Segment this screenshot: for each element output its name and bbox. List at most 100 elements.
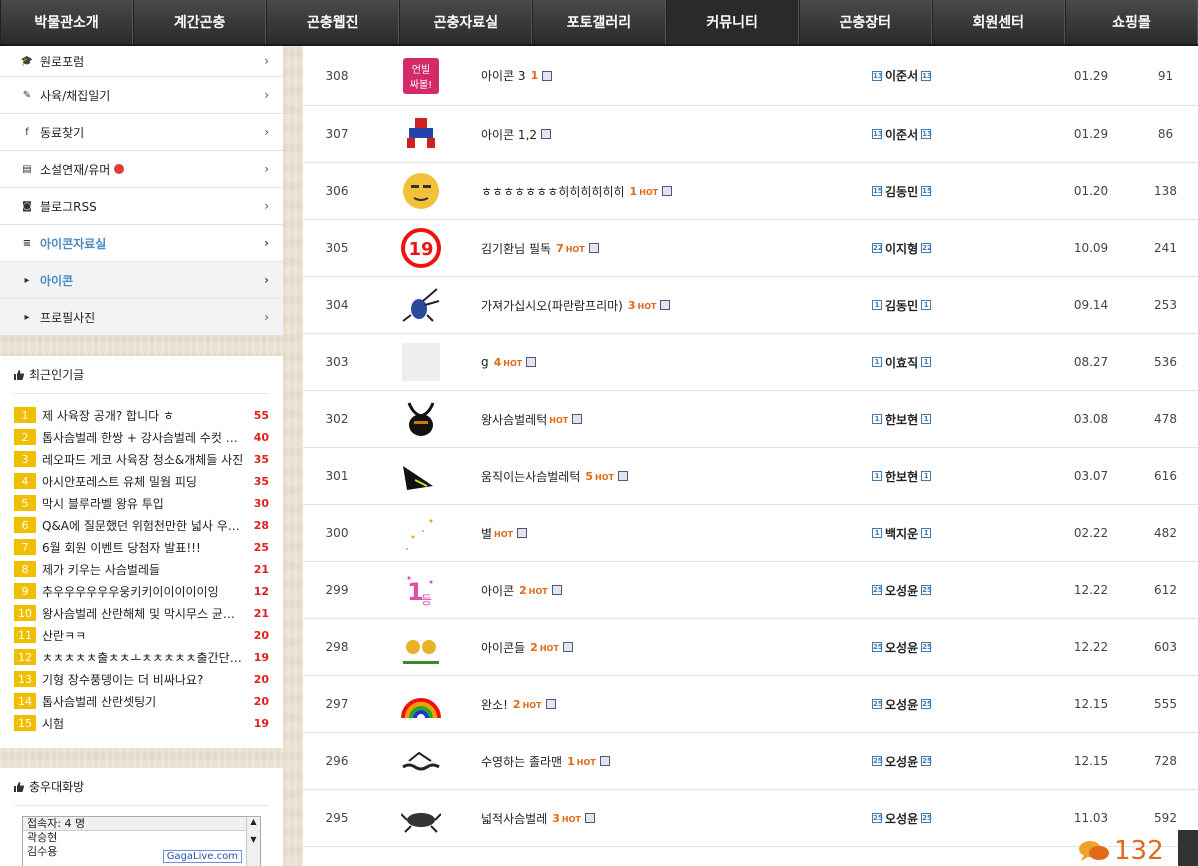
post-author[interactable]: 25 오성윤 25	[869, 696, 934, 713]
post-author[interactable]: 15 김동민 15	[869, 183, 934, 200]
popular-post-row[interactable]: 5 막시 블루라벨 왕유 투입 30	[14, 492, 269, 514]
author-name[interactable]: 김동민	[885, 297, 918, 314]
popular-post-title[interactable]: 6월 회원 이벤트 당첨자 발표!!!	[42, 539, 245, 556]
post-title[interactable]: 아이콘 3 1	[481, 67, 553, 84]
nav-item[interactable]: 커뮤니티	[665, 0, 799, 44]
sidebar-menu-item[interactable]: ▸ 아이콘 ›	[0, 262, 283, 299]
comment-counter[interactable]: 132	[1078, 836, 1164, 866]
age-19-icon[interactable]: 19	[401, 228, 441, 268]
author-name[interactable]: 이효직	[885, 354, 918, 371]
author-name[interactable]: 오성윤	[885, 696, 918, 713]
author-name[interactable]: 오성윤	[885, 810, 918, 827]
popular-post-title[interactable]: 막시 블루라벨 왕유 투입	[42, 495, 245, 512]
post-title[interactable]: 김기환님 필독 7 HOT	[481, 240, 599, 257]
popular-post-row[interactable]: 7 6월 회원 이벤트 당첨자 발표!!! 25	[14, 536, 269, 558]
sidebar-menu-item[interactable]: ▸ 프로필사진 ›	[0, 299, 283, 336]
popular-post-row[interactable]: 10 왕사슴벌레 산란해체 및 막시무스 균사… 21	[14, 602, 269, 624]
post-author[interactable]: 13 이준서 13	[869, 126, 934, 143]
popular-post-title[interactable]: Q&A에 질문했던 위험천만한 넓사 우…	[42, 517, 245, 534]
post-author[interactable]: 13 이준서 13	[869, 67, 934, 84]
post-title[interactable]: 아이콘 1,2	[481, 126, 552, 143]
popular-post-title[interactable]: 산란ㅋㅋ	[42, 627, 245, 644]
nav-item[interactable]: 곤충장터	[798, 0, 932, 44]
popular-post-row[interactable]: 15 시험 19	[14, 712, 269, 734]
post-author[interactable]: 25 오성윤 25	[869, 753, 934, 770]
sidebar-menu-item[interactable]: ✎ 사육/채집일기 ›	[0, 77, 283, 114]
stag-beetle-icon[interactable]	[401, 399, 441, 439]
post-title-text[interactable]: 왕사슴벌레턱	[481, 411, 547, 428]
popular-post-title[interactable]: 기형 장수풍뎅이는 더 비싸나요?	[42, 671, 245, 688]
popular-post-title[interactable]: ㅊㅊㅊㅊㅊ출ㅊㅊㅗㅊㅊㅊㅊㅊ출간단 산…	[42, 649, 245, 666]
pixel-man-icon[interactable]	[401, 114, 441, 154]
post-title[interactable]: 움직이는사슴벌레턱 5 HOT	[481, 468, 628, 485]
post-author[interactable]: 1 이효직 1	[869, 354, 934, 371]
author-name[interactable]: 한보현	[885, 411, 918, 428]
post-title[interactable]: 수영하는 졸라맨 1 HOT	[481, 753, 610, 770]
post-title-text[interactable]: ㅎㅎㅎㅎㅎㅎㅎ히히히히히히	[481, 183, 625, 200]
popular-post-row[interactable]: 12 ㅊㅊㅊㅊㅊ출ㅊㅊㅗㅊㅊㅊㅊㅊ출간단 산… 19	[14, 646, 269, 668]
nav-item[interactable]: 회원센터	[931, 0, 1065, 44]
popular-post-title[interactable]: 추우우우우우우웅키키이이이이이잉	[42, 583, 245, 600]
post-title-text[interactable]: 넓적사슴벌레	[481, 810, 547, 827]
nav-item[interactable]: 쇼핑몰	[1064, 0, 1198, 44]
post-title[interactable]: 넓적사슴벌레 3 HOT	[481, 810, 595, 827]
popular-post-row[interactable]: 14 톱사슴벌레 산란셋팅기 20	[14, 690, 269, 712]
chat-user[interactable]: 곽승현	[23, 831, 260, 845]
post-title[interactable]: 아이콘들 2 HOT	[481, 639, 573, 656]
popular-post-title[interactable]: 제 사육장 공개? 합니다 ㅎ	[42, 407, 245, 424]
sidebar-menu-item[interactable]: f 동료찾기 ›	[0, 114, 283, 151]
author-name[interactable]: 백지운	[885, 525, 918, 542]
author-name[interactable]: 한보현	[885, 468, 918, 485]
popular-post-title[interactable]: 왕사슴벌레 산란해체 및 막시무스 균사…	[42, 605, 245, 622]
post-title[interactable]: 가져가십시오(파란람프리마) 3 HOT	[481, 297, 671, 314]
text-icon[interactable]: 언빌 싸볼!	[401, 56, 441, 96]
popular-post-row[interactable]: 2 톱사슴벌레 한쌍 + 강사슴벌레 수컷 WI… 40	[14, 426, 269, 448]
popular-post-title[interactable]: 톱사슴벌레 한쌍 + 강사슴벌레 수컷 WI…	[42, 429, 245, 446]
post-title-text[interactable]: 별	[481, 525, 492, 542]
post-author[interactable]: 1 한보현 1	[869, 468, 934, 485]
post-title[interactable]: 완소! 2 HOT	[481, 696, 556, 713]
rainbow-icon[interactable]	[401, 684, 441, 724]
post-title-text[interactable]: 아이콘 1,2	[481, 126, 537, 143]
coins-icon[interactable]	[401, 627, 441, 667]
popular-post-title[interactable]: 시험	[42, 715, 245, 732]
author-name[interactable]: 오성윤	[885, 753, 918, 770]
post-title-text[interactable]: 완소!	[481, 696, 508, 713]
author-name[interactable]: 김동민	[885, 183, 918, 200]
popular-post-title[interactable]: 제가 키우는 사슴벌레들	[42, 561, 245, 578]
post-author[interactable]: 25 오성윤 25	[869, 639, 934, 656]
gagalive-badge[interactable]: GagaLive.com	[162, 850, 242, 863]
swimmer-icon[interactable]	[401, 741, 441, 781]
beetle-icon[interactable]	[401, 285, 441, 325]
popular-post-row[interactable]: 11 산란ㅋㅋ 20	[14, 624, 269, 646]
post-author[interactable]: 1 김동민 1	[869, 297, 934, 314]
post-title[interactable]: 왕사슴벌레턱 HOT	[481, 411, 583, 428]
author-name[interactable]: 이지형	[885, 240, 918, 257]
author-name[interactable]: 오성윤	[885, 639, 918, 656]
post-title-text[interactable]: 수영하는 졸라맨	[481, 753, 562, 770]
chat-widget[interactable]: 접속자: 4 명 곽승현 김수용 ▲ ▼ GagaLive.com	[22, 816, 261, 866]
sidebar-menu-item[interactable]: 🎓 원로포럼 ›	[0, 46, 283, 77]
smiley-icon[interactable]	[401, 171, 441, 211]
popular-post-title[interactable]: 레오파드 게코 사육장 청소&개체들 사진	[42, 451, 245, 468]
post-title-text[interactable]: 가져가십시오(파란람프리마)	[481, 297, 623, 314]
post-title-text[interactable]: 움직이는사슴벌레턱	[481, 468, 580, 485]
scroll-top-button[interactable]	[1178, 830, 1198, 866]
post-title[interactable]: ㅎㅎㅎㅎㅎㅎㅎ히히히히히히 1 HOT	[481, 183, 673, 200]
post-title-text[interactable]: 아이콘 3	[481, 67, 526, 84]
sidebar-menu-item[interactable]: ◙ 블로그RSS ›	[0, 188, 283, 225]
popular-post-row[interactable]: 8 제가 키우는 사슴벌레들 21	[14, 558, 269, 580]
nav-item[interactable]: 곤충웹진	[266, 0, 400, 44]
post-title[interactable]: g 4 HOT	[481, 355, 537, 369]
nav-item[interactable]: 계간곤충	[133, 0, 267, 44]
post-title[interactable]: 아이콘 2 HOT	[481, 582, 562, 599]
popular-post-title[interactable]: 아시안포레스트 유체 밀웜 피딩	[42, 473, 245, 490]
popular-post-title[interactable]: 톱사슴벌레 산란셋팅기	[42, 693, 245, 710]
post-title-text[interactable]: 아이콘들	[481, 639, 525, 656]
chat-scrollbar[interactable]: ▲ ▼	[246, 817, 260, 866]
popular-post-row[interactable]: 1 제 사육장 공개? 합니다 ㅎ 55	[14, 404, 269, 426]
post-title-text[interactable]: 아이콘	[481, 582, 514, 599]
post-author[interactable]: 25 오성윤 25	[869, 582, 934, 599]
popular-post-row[interactable]: 3 레오파드 게코 사육장 청소&개체들 사진 35	[14, 448, 269, 470]
author-name[interactable]: 오성윤	[885, 582, 918, 599]
